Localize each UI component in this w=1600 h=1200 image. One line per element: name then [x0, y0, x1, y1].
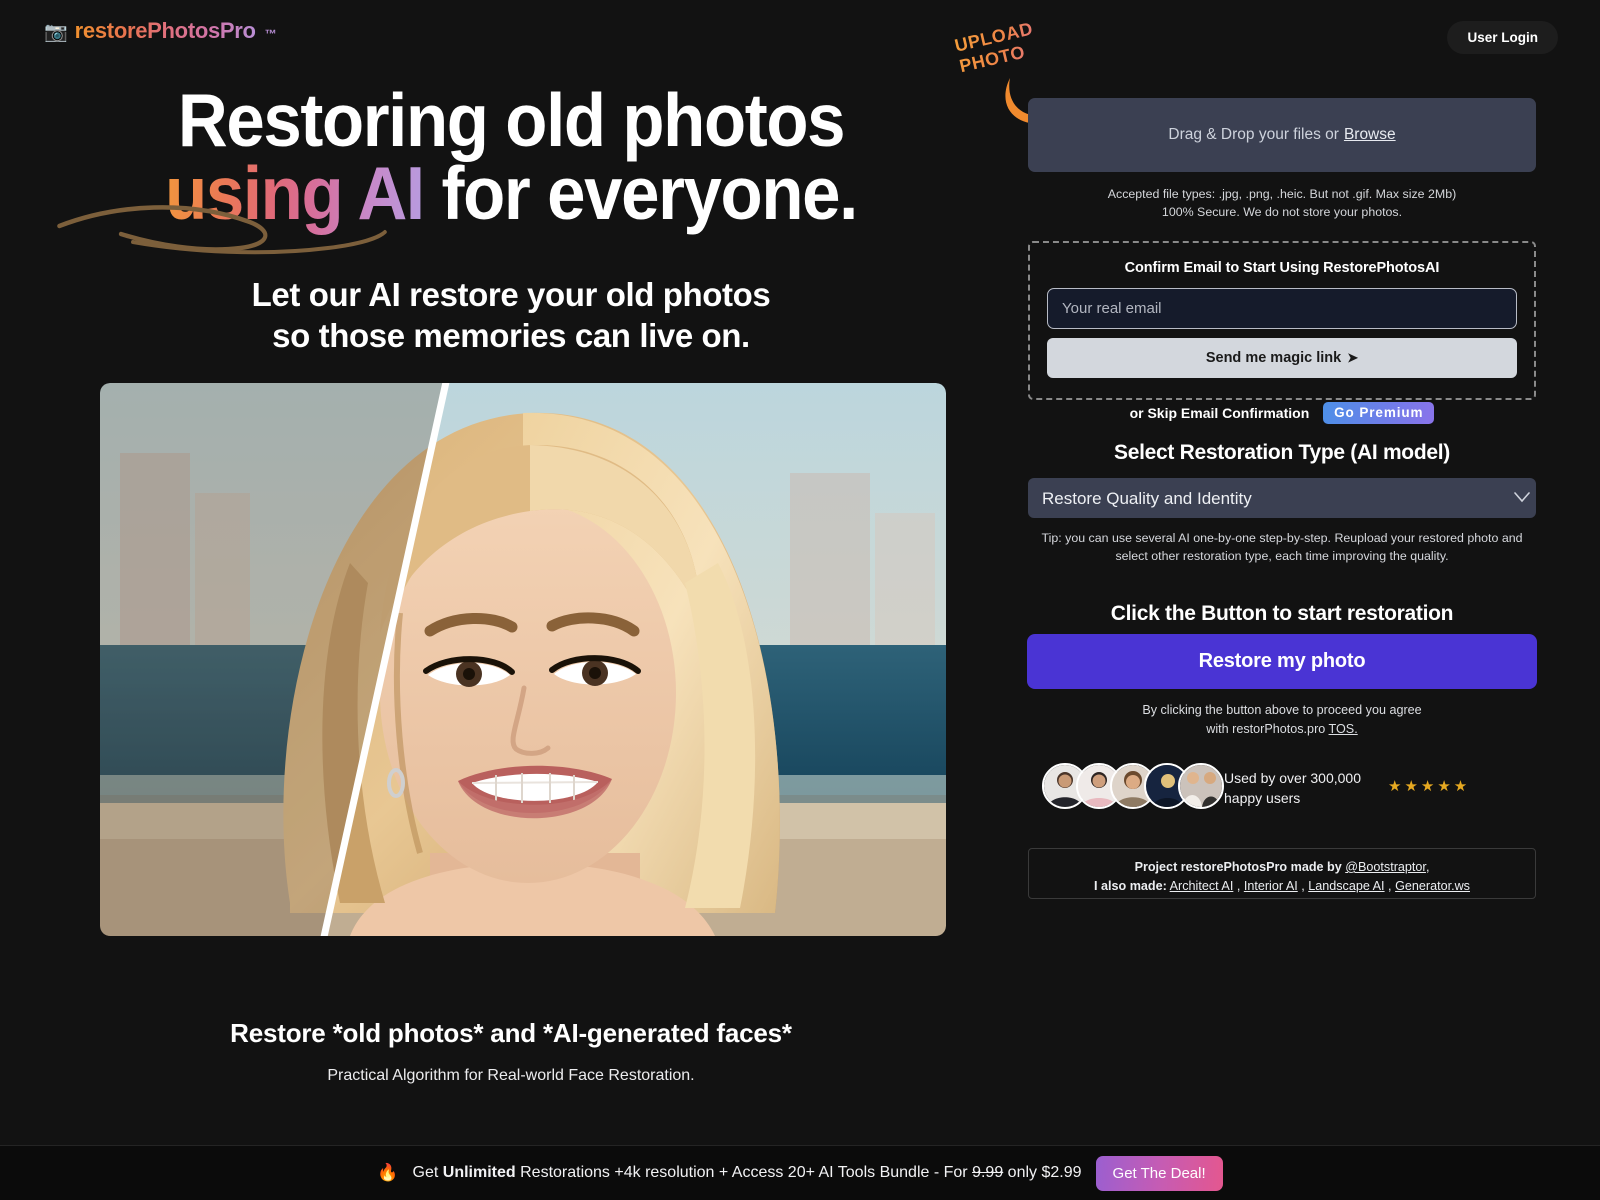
accepted-line2: 100% Secure. We do not store your photos… — [1161, 204, 1403, 219]
browse-link[interactable]: Browse — [1344, 126, 1396, 144]
portrait-illustration — [100, 383, 946, 936]
promo-t1: Get — [412, 1164, 439, 1181]
tip-line2: select other restoration type, each time… — [1115, 549, 1449, 564]
skip-email-row: or Skip Email Confirmation Go Premium — [1028, 402, 1536, 424]
send-magic-link-button[interactable]: Send me magic link ➤ — [1047, 338, 1517, 378]
go-premium-button[interactable]: Go Premium — [1323, 402, 1435, 424]
tos-line2: with restorPhotos.pro — [1206, 721, 1326, 736]
fire-icon: 🔥 — [377, 1163, 399, 1182]
magic-link-label: Send me magic link — [1205, 350, 1342, 366]
bottom-paragraph: Practical Algorithm for Real-world Face … — [327, 1067, 695, 1084]
get-the-deal-button[interactable]: Get The Deal! — [1095, 1155, 1223, 1191]
accepted-line1: Accepted file types: .jpg, .png, .heic. … — [1107, 187, 1457, 201]
used-by-line1: Used by over 300,000 — [1224, 770, 1361, 786]
avatar-group — [1042, 763, 1224, 809]
architect-ai-link[interactable]: Architect AI — [1170, 879, 1234, 893]
restore-my-photo-button[interactable]: Restore my photo — [1027, 634, 1537, 689]
promo-text: Get Unlimited Restorations +4k resolutio… — [413, 1164, 1082, 1182]
bottom-heading: Restore *old photos* and *AI-generated f… — [230, 1018, 792, 1048]
dropzone-label: Drag & Drop your files or — [1168, 126, 1339, 143]
restoration-type-select[interactable]: Restore Quality and Identity Restore Qua… — [1028, 478, 1536, 518]
project-credits-box: Project restorePhotosPro made by @Bootst… — [1028, 848, 1536, 899]
hero-title-line2: using AI for everyone. — [41, 155, 981, 254]
promo-new-price: $2.99 — [1041, 1164, 1082, 1181]
also-made-label: I also made: — [1094, 878, 1167, 893]
bottom-section: Restore *old photos* and *AI-generated f… — [0, 1018, 1022, 1085]
tip-line1: Tip: you can use several AI one-by-one s… — [1041, 531, 1523, 545]
promo-bold: Unlimited — [442, 1164, 516, 1181]
email-confirmation-box: Confirm Email to Start Using RestorePhot… — [1028, 241, 1536, 400]
skip-email-label: or Skip Email Confirmation — [1129, 405, 1310, 421]
restoration-tip-note: Tip: you can use several AI one-by-one s… — [1034, 529, 1530, 566]
social-proof: Used by over 300,000 happy users ★★★★★ — [1028, 760, 1536, 820]
hero-title-rest: for everyone. — [423, 150, 858, 235]
user-login-button[interactable]: User Login — [1447, 21, 1558, 54]
credits-comma: , — [1425, 860, 1430, 874]
hero-subtitle-line1: Let our AI restore your old photos — [251, 275, 771, 313]
accepted-file-types-note: Accepted file types: .jpg, .png, .heic. … — [1028, 186, 1536, 222]
credits-line2: I also made: Architect AI , Interior AI … — [1094, 878, 1470, 893]
restoration-type-label: Select Restoration Type (AI model) — [1114, 441, 1450, 464]
tos-line1: By clicking the button above to proceed … — [1142, 703, 1422, 717]
cta-label: Click the Button to start restoration — [1110, 602, 1454, 625]
promo-bar: 🔥 Get Unlimited Restorations +4k resolut… — [0, 1145, 1600, 1200]
email-field[interactable] — [1047, 288, 1517, 329]
tos-line2-wrap: with restorPhotos.pro TOS. — [1028, 720, 1536, 739]
tos-note: By clicking the button above to proceed … — [1028, 701, 1536, 739]
avatar — [1178, 763, 1224, 809]
hero-title-accent: using AI — [165, 150, 425, 235]
hero-subtitle: Let our AI restore your old photos so th… — [0, 274, 1022, 357]
used-by-text: Used by over 300,000 happy users — [1224, 768, 1361, 809]
used-by-line2: happy users — [1224, 790, 1301, 807]
promo-t2: Restorations +4k resolution + Access 20+… — [520, 1164, 968, 1181]
before-after-photo — [100, 383, 946, 936]
promo-t3: only — [1007, 1164, 1038, 1181]
credits-line1: Project restorePhotosPro made by @Bootst… — [1029, 858, 1535, 877]
landscape-ai-link[interactable]: Landscape AI — [1308, 879, 1384, 893]
hero-subtitle-line2: so those memories can live on. — [272, 316, 750, 354]
paper-plane-icon: ➤ — [1347, 350, 1359, 365]
star-rating: ★★★★★ — [1388, 778, 1471, 795]
promo-old-price: 9.99 — [972, 1164, 1004, 1181]
page-title: Restoring old photos using AI for everyo… — [41, 78, 981, 254]
author-link[interactable]: @Bootstraptor — [1345, 860, 1426, 874]
hero-left-column: Restoring old photos using AI for everyo… — [0, 0, 1022, 356]
tos-link[interactable]: TOS. — [1329, 722, 1358, 736]
generator-ws-link[interactable]: Generator.ws — [1395, 879, 1470, 893]
hero-title-line1: Restoring old photos — [177, 78, 846, 162]
credits-prefix: Project restorePhotosPro made by — [1134, 860, 1342, 874]
email-confirmation-title: Confirm Email to Start Using RestorePhot… — [1124, 260, 1440, 276]
interior-ai-link[interactable]: Interior AI — [1244, 879, 1298, 893]
file-dropzone[interactable]: Drag & Drop your files or Browse — [1028, 98, 1536, 172]
